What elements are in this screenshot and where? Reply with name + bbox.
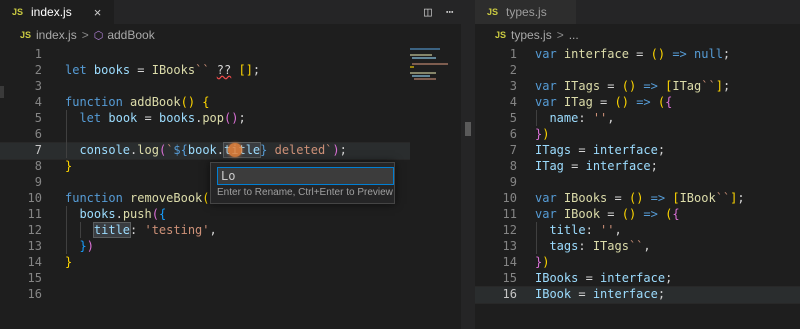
line-number: 9 [509,175,517,189]
close-icon[interactable]: × [94,5,102,20]
editor-actions: ◫ ⋯ [424,0,454,24]
right-tab-bar: JS types.js [475,0,800,24]
js-file-icon: JS [12,7,24,17]
code-line: var ITag = () => ({ [535,95,673,109]
line-number: 4 [34,95,42,109]
code-line: ITags = interface; [535,143,666,157]
line-number: 12 [502,223,517,237]
line-number: 15 [502,271,517,285]
line-number: 10 [502,191,517,205]
line-number: 11 [27,207,42,221]
code-line: var IBooks = () => [IBook``]; [535,191,745,205]
right-editor-pane: JS types.js JS types.js > ... 1 2 3 4 5 … [475,0,800,329]
line-number: 3 [509,79,517,93]
code-line: }) [535,255,550,269]
line-number: 8 [509,159,517,173]
line-number: 16 [502,287,517,301]
rename-input[interactable] [217,167,394,185]
split-editor-icon[interactable]: ◫ [424,5,432,20]
line-number: 2 [509,63,517,77]
breadcrumb: JS index.js > ⬡ addBook [0,24,461,46]
code-line: function removeBook() { [65,191,231,205]
code-line: tags: ITags``, [549,239,651,253]
code-line: function addBook() { [65,95,210,109]
line-number: 15 [27,271,42,285]
line-number: 13 [27,239,42,253]
breadcrumb-file[interactable]: index.js [36,28,77,42]
line-number: 13 [502,239,517,253]
code-line: }) [535,127,550,141]
line-number: 16 [27,287,42,301]
line-number: 1 [34,47,42,61]
js-file-icon: JS [20,30,32,40]
line-number: 10 [27,191,42,205]
breadcrumb: JS types.js > ... [475,24,800,46]
line-number: 14 [502,255,517,269]
line-number: 4 [509,95,517,109]
code-line: name: '', [549,111,615,125]
line-number: 12 [27,223,42,237]
line-number: 5 [509,111,517,125]
line-number: 1 [509,47,517,61]
js-file-icon: JS [495,30,507,40]
pointer-cursor-indicator [228,143,242,157]
code-line: let book = books.pop(); [79,111,246,125]
rename-widget: Enter to Rename, Ctrl+Enter to Preview [210,162,395,204]
method-cube-icon: ⬡ [93,29,104,42]
tab-label: index.js [31,5,72,19]
line-number: 9 [34,175,42,189]
breadcrumb-symbol[interactable]: ... [569,28,579,42]
js-file-icon: JS [487,7,499,17]
code-line: title: 'testing', [92,222,217,238]
line-number: 6 [34,127,42,141]
code-line: title: '', [549,223,622,237]
code-line: var interface = () => null; [535,47,731,61]
line-number: 6 [509,127,517,141]
line-number: 14 [27,255,42,269]
code-line: IBook = interface; [535,287,666,301]
line-number: 8 [34,159,42,173]
code-line: console.log(`${book.title} deleted`); [79,142,347,158]
code-line: }) [79,239,94,253]
rename-hint: Enter to Rename, Ctrl+Enter to Preview [217,187,393,198]
line-number: 7 [34,143,42,157]
code-line: books.push({ [79,207,167,221]
vertical-scrollbar[interactable] [454,46,461,329]
code-line: IBooks = interface; [535,271,673,285]
tab-label: types.js [506,5,547,19]
breadcrumb-separator: > [81,28,89,42]
line-number: 7 [509,143,517,157]
code-line: let books = IBooks`` ?? []; [65,63,261,77]
code-line: } [65,159,73,173]
code-line: } [65,255,73,269]
line-number: 11 [502,207,517,221]
code-line: ITag = interface; [535,159,658,173]
tab-types-js[interactable]: JS types.js [475,0,576,24]
scroll-thumb[interactable] [465,122,471,136]
breadcrumb-file[interactable]: types.js [511,28,552,42]
line-number: 2 [34,63,42,77]
code-line: var IBook = () => ({ [535,207,680,221]
minimap[interactable] [410,46,454,86]
line-number: 3 [34,79,42,93]
left-tab-bar: JS index.js × ◫ ⋯ [0,0,461,24]
editor-splitter[interactable] [461,0,475,329]
line-number: 5 [34,111,42,125]
tab-index-js[interactable]: JS index.js × [0,0,114,24]
breadcrumb-symbol[interactable]: addBook [107,28,154,42]
code-line: var ITags = () => [ITag``]; [535,79,731,93]
breadcrumb-separator: > [556,28,564,42]
left-editor-pane: JS index.js × ◫ ⋯ JS index.js > ⬡ addBoo… [0,0,461,329]
more-actions-icon[interactable]: ⋯ [446,5,454,20]
